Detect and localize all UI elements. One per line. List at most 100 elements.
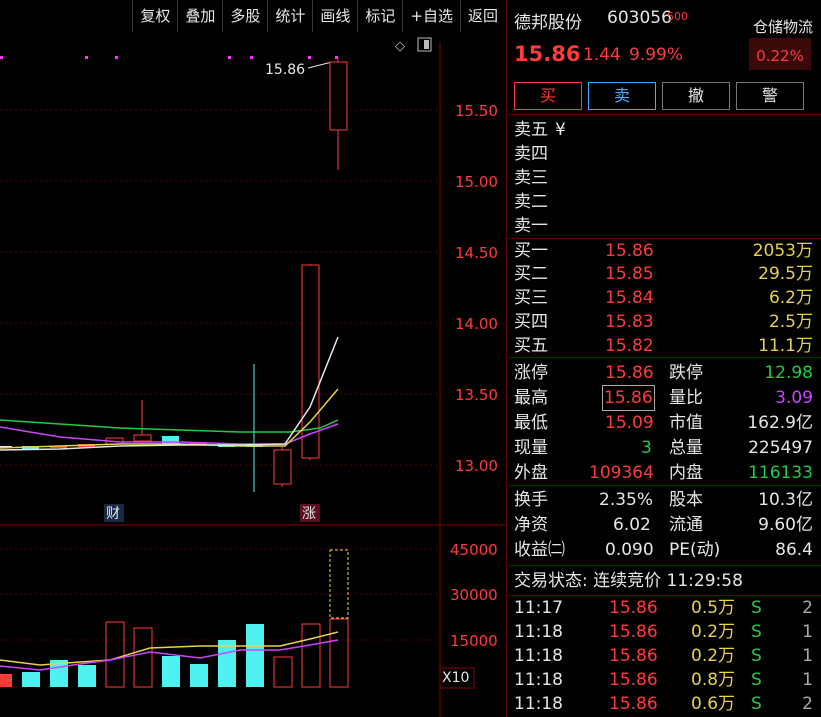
tick-time: 11:18 <box>514 694 563 714</box>
share-capital-label: 股本 <box>669 490 703 510</box>
alert-button[interactable]: 警 <box>736 82 804 110</box>
outer-volume-label: 外盘 <box>514 463 548 483</box>
stat-row: 收益㈡ 0.090 PE(动) 86.4 <box>507 538 821 562</box>
tick-price: 15.86 <box>609 670 658 690</box>
tick-side: S <box>751 598 762 618</box>
tick-count: 1 <box>802 670 813 690</box>
toolbar-duogu[interactable]: 多股 <box>222 0 267 32</box>
float-shares-value: 9.60亿 <box>758 515 813 535</box>
bid-price: 15.86 <box>605 241 654 261</box>
outer-volume-value: 109364 <box>589 463 654 483</box>
limit-down-value: 12.98 <box>764 363 813 383</box>
ask-row[interactable]: 卖二 <box>507 190 821 214</box>
kline-svg[interactable]: ◇ 15.86 15.50 15.00 14.50 14.00 13.50 13… <box>0 32 505 717</box>
price-tick-1300: 13.00 <box>455 457 498 475</box>
ask-row[interactable]: 卖四 <box>507 142 821 166</box>
trade-status: 交易状态: 连续竞价 11:29:58 <box>507 569 821 593</box>
tick-row[interactable]: 11:17 15.86 0.5万 S 2 <box>507 596 821 620</box>
toolbar-fuquan[interactable]: 复权 <box>132 0 177 32</box>
candles <box>0 58 348 492</box>
bid-volume: 29.5万 <box>758 264 813 284</box>
tick-row[interactable]: 11:18 15.86 0.8万 S 1 <box>507 668 821 692</box>
tick-time: 11:17 <box>514 598 563 618</box>
tick-row[interactable]: 11:18 15.86 0.2万 S 1 <box>507 620 821 644</box>
high-label: 最高 <box>514 388 548 408</box>
toolbar-diejia[interactable]: 叠加 <box>177 0 222 32</box>
tick-volume: 0.8万 <box>691 670 736 690</box>
ask-label: 卖一 <box>514 216 548 236</box>
marker-cai[interactable]: 财 <box>106 506 120 522</box>
kline-chart[interactable]: ◇ 15.86 15.50 15.00 14.50 14.00 13.50 13… <box>0 32 505 717</box>
ask-label: 卖五 <box>514 120 548 140</box>
trade-buttons: 买 卖 撤 警 <box>514 82 804 110</box>
cancel-order-button[interactable]: 撤 <box>662 82 730 110</box>
bid-label: 买五 <box>514 336 548 356</box>
ask-row[interactable]: 卖三 <box>507 166 821 190</box>
stock-code: 603056 <box>607 8 672 28</box>
market-cap-label: 市值 <box>669 413 703 433</box>
tick-count: 2 <box>802 598 813 618</box>
bid-label: 买一 <box>514 241 548 261</box>
ask-row[interactable]: 卖五 ¥ <box>507 118 821 142</box>
vol-tick-45000: 45000 <box>450 541 498 559</box>
bid-label: 买二 <box>514 264 548 284</box>
limit-down-label: 跌停 <box>669 363 703 383</box>
candle-8 <box>273 449 292 485</box>
tick-side: S <box>751 694 762 714</box>
tick-time: 11:18 <box>514 670 563 690</box>
float-shares-label: 流通 <box>669 515 703 535</box>
toolbar-biaoji[interactable]: 标记 <box>357 0 402 32</box>
stat-row: 涨停 15.86 跌停 12.98 <box>507 361 821 385</box>
pe-label: PE(动) <box>669 540 721 560</box>
divider <box>507 114 821 115</box>
volume-bars <box>0 549 349 688</box>
price-tick-1350: 13.50 <box>455 386 498 404</box>
high-value: 15.86 <box>602 385 655 411</box>
sector-name[interactable]: 仓储物流 <box>753 16 813 37</box>
current-volume-label: 现量 <box>514 438 548 458</box>
price-tick-1550: 15.50 <box>455 102 498 120</box>
tick-volume: 0.6万 <box>691 694 736 714</box>
bid-label: 买四 <box>514 312 548 332</box>
bid-row[interactable]: 买一 15.86 2053万 <box>507 239 821 263</box>
stat-row: 净资 6.02 流通 9.60亿 <box>507 513 821 537</box>
tick-count: 1 <box>802 622 813 642</box>
volume-ratio-value: 3.09 <box>775 388 813 408</box>
ask-row[interactable]: 卖一 <box>507 214 821 238</box>
marker-zhang[interactable]: 涨 <box>302 506 316 522</box>
bid-row[interactable]: 买二 15.85 29.5万 <box>507 262 821 286</box>
low-label: 最低 <box>514 413 548 433</box>
bid-row[interactable]: 买五 15.82 11.1万 <box>507 334 821 358</box>
tick-row[interactable]: 11:18 15.86 0.6万 S 2 <box>507 692 821 716</box>
tick-side: S <box>751 670 762 690</box>
bid-volume: 2.5万 <box>768 312 813 332</box>
diamond-icon[interactable]: ◇ <box>395 39 405 54</box>
eps-label: 收益㈡ <box>514 540 565 560</box>
stock-name: 德邦股份 <box>514 13 582 33</box>
vol-tick-30000: 30000 <box>450 586 498 604</box>
current-price: 15.86 <box>514 42 581 66</box>
bid-row[interactable]: 买三 15.84 6.2万 <box>507 286 821 310</box>
bid-volume: 6.2万 <box>768 288 813 308</box>
buy-button[interactable]: 买 <box>514 82 582 110</box>
toolbar-huaxian[interactable]: 画线 <box>312 0 357 32</box>
toolbar-tongji[interactable]: 统计 <box>267 0 312 32</box>
bid-label: 买三 <box>514 288 548 308</box>
tick-price: 15.86 <box>609 646 658 666</box>
ask-label: 卖二 <box>514 192 548 212</box>
stat-row: 最高 15.86 量比 3.09 <box>507 385 821 411</box>
limit-up-value: 15.86 <box>605 363 654 383</box>
toolbar-back[interactable]: 返回 <box>459 0 505 32</box>
limit-up-label: 涨停 <box>514 363 548 383</box>
low-value: 15.09 <box>605 413 654 433</box>
sell-button[interactable]: 卖 <box>588 82 656 110</box>
stat-row: 外盘 109364 内盘 116133 <box>507 461 821 485</box>
toolbar-add-watchlist[interactable]: +自选 <box>402 0 460 32</box>
tick-row[interactable]: 11:18 15.86 0.2万 S 1 <box>507 644 821 668</box>
bid-row[interactable]: 买四 15.83 2.5万 <box>507 310 821 334</box>
bid-price: 15.82 <box>605 336 654 356</box>
bid-volume: 2053万 <box>752 241 813 261</box>
total-volume-label: 总量 <box>669 438 703 458</box>
tick-side: S <box>751 646 762 666</box>
pe-value: 86.4 <box>775 540 813 560</box>
